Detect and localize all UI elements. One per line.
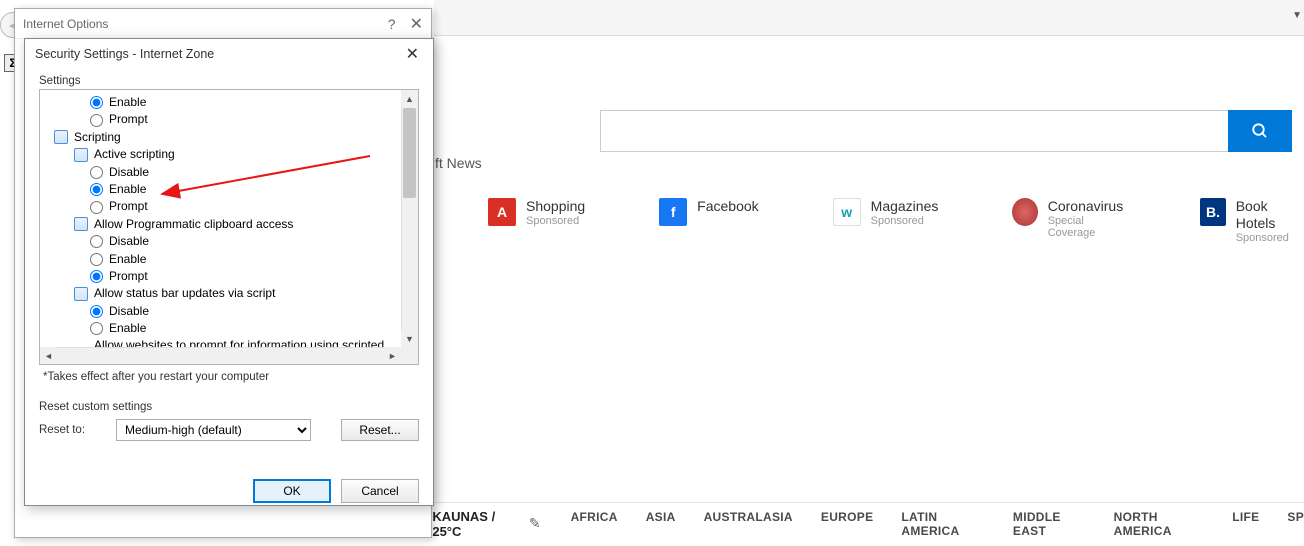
reset-to-label: Reset to: [39, 424, 86, 436]
restart-note: *Takes effect after you restart your com… [43, 371, 419, 383]
weather-text[interactable]: KAUNAS / 25°C [432, 509, 523, 539]
radio-disable[interactable] [90, 235, 103, 248]
settings-tree: Enable Prompt Scripting Active scripting… [39, 89, 419, 365]
coronavirus-icon [1012, 198, 1037, 226]
tile-magazines[interactable]: w Magazines Sponsored [833, 198, 939, 244]
region-link[interactable]: EUROPE [821, 510, 873, 538]
ok-button[interactable]: OK [253, 479, 331, 503]
region-link[interactable]: MIDDLE EAST [1013, 510, 1086, 538]
close-icon[interactable]: ✕ [402, 44, 423, 64]
toolbar: ▼ [434, 0, 1304, 36]
chevron-down-icon[interactable]: ▼ [1292, 10, 1302, 21]
tile-shopping[interactable]: A Shopping Sponsored [488, 198, 585, 244]
io-titlebar[interactable]: Internet Options ? ✕ [15, 9, 431, 39]
reset-level-select[interactable]: Medium-high (default) [116, 419, 311, 441]
tile-hotels[interactable]: B. Book Hotels Sponsored [1200, 198, 1304, 244]
tiles-row: A Shopping Sponsored f Facebook w Magazi… [488, 198, 1304, 244]
magazines-icon: w [833, 198, 861, 226]
scroll-up-icon[interactable]: ▲ [401, 90, 418, 107]
tile-facebook[interactable]: f Facebook [659, 198, 758, 244]
region-link[interactable]: NORTH AMERICA [1114, 510, 1205, 538]
booking-icon: B. [1200, 198, 1225, 226]
radio-enable[interactable] [90, 322, 103, 335]
horizontal-scrollbar[interactable]: ◄ ► [40, 347, 401, 364]
region-link[interactable]: AFRICA [571, 510, 618, 538]
category-icon [74, 287, 88, 301]
scroll-thumb[interactable] [403, 108, 416, 198]
help-icon[interactable]: ? [388, 16, 396, 32]
close-icon[interactable]: ✕ [410, 14, 423, 34]
region-link[interactable]: LIFE [1232, 510, 1259, 538]
radio-prompt[interactable] [90, 114, 103, 127]
region-link[interactable]: AUSTRALASIA [704, 510, 793, 538]
search-icon [1251, 122, 1269, 140]
scroll-right-icon[interactable]: ► [384, 347, 401, 364]
region-link[interactable]: ASIA [646, 510, 676, 538]
ss-title-text: Security Settings - Internet Zone [35, 47, 214, 61]
search-input[interactable] [600, 110, 1228, 152]
scroll-down-icon[interactable]: ▼ [401, 330, 418, 347]
radio-enable[interactable] [90, 183, 103, 196]
facebook-icon: f [659, 198, 687, 226]
category-icon [74, 217, 88, 231]
scroll-left-icon[interactable]: ◄ [40, 347, 57, 364]
radio-prompt[interactable] [90, 201, 103, 214]
reset-group-label: Reset custom settings [39, 401, 419, 413]
region-link[interactable]: SP [1287, 510, 1304, 538]
pencil-icon[interactable]: ✎ [529, 515, 541, 532]
reset-button[interactable]: Reset... [341, 419, 419, 441]
radio-enable[interactable] [90, 96, 103, 109]
radio-disable[interactable] [90, 305, 103, 318]
news-label: ft News [435, 155, 482, 171]
tile-coronavirus[interactable]: Coronavirus Special Coverage [1012, 198, 1126, 244]
vertical-scrollbar[interactable]: ▲ ▼ [401, 90, 418, 347]
radio-enable[interactable] [90, 253, 103, 266]
category-icon [74, 148, 88, 162]
cancel-button[interactable]: Cancel [341, 479, 419, 503]
category-icon [54, 130, 68, 144]
search-button[interactable] [1228, 110, 1292, 152]
shopping-icon: A [488, 198, 516, 226]
io-title-text: Internet Options [23, 17, 108, 31]
region-link[interactable]: LATIN AMERICA [901, 510, 985, 538]
settings-label: Settings [39, 75, 419, 87]
ss-titlebar[interactable]: Security Settings - Internet Zone ✕ [25, 39, 433, 69]
radio-prompt[interactable] [90, 270, 103, 283]
radio-disable[interactable] [90, 166, 103, 179]
security-settings-dialog: Security Settings - Internet Zone ✕ Sett… [24, 38, 434, 506]
